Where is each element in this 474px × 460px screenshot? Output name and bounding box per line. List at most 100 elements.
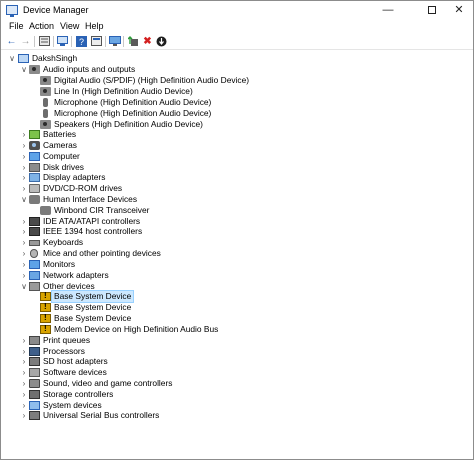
speaker-icon [40,87,51,96]
expand-chevron-icon[interactable]: › [20,151,28,162]
tree-item-label: IEEE 1394 host controllers [43,226,143,236]
device-item[interactable]: Digital Audio (S/PDIF) (High Definition … [1,75,471,86]
computer-icon[interactable] [56,35,69,47]
category-cameras[interactable]: › Cameras [1,140,471,151]
menu-view[interactable]: View [60,21,79,31]
window-title: Device Manager [23,5,89,15]
tree-root[interactable]: ∨ DakshSingh [1,53,471,64]
tree-item-label: Modem Device on High Definition Audio Bu… [54,324,219,334]
warning-icon [40,302,51,312]
sound-icon [29,379,40,388]
category-human-interface-devices[interactable]: ∨ Human Interface Devices [1,194,471,205]
menu-help[interactable]: Help [85,21,104,31]
category-display-adapters[interactable]: › Display adapters [1,172,471,183]
back-arrow-icon[interactable]: ← [5,35,18,47]
title-bar: Device Manager — ✕ [1,1,473,20]
other-devices-icon [29,282,40,291]
device-item[interactable]: Base System Device [1,313,471,324]
device-item[interactable]: Winbond CIR Transceiver [1,205,471,216]
tree-item-label: Line In (High Definition Audio Device) [54,86,193,96]
device-manager-window: Device Manager — ✕ File Action View Help… [0,0,474,460]
computer-icon [29,152,40,161]
expand-chevron-icon[interactable]: › [20,183,28,194]
category-software-devices[interactable]: › Software devices [1,367,471,378]
category-mice[interactable]: › Mice and other pointing devices [1,248,471,259]
collapse-chevron-icon[interactable]: ∨ [20,64,28,75]
category-ieee-1394[interactable]: › IEEE 1394 host controllers [1,226,471,237]
monitor-icon[interactable] [108,35,121,47]
tree-item-label: Mice and other pointing devices [43,248,161,258]
expand-chevron-icon[interactable]: › [20,226,28,237]
category-print-queues[interactable]: › Print queues [1,335,471,346]
expand-chevron-icon[interactable]: › [20,237,28,248]
category-usb-controllers[interactable]: › Universal Serial Bus controllers [1,410,471,421]
expand-chevron-icon[interactable]: › [20,140,28,151]
device-manager-icon [6,5,18,17]
close-button[interactable]: ✕ [445,1,473,20]
device-item[interactable]: Modem Device on High Definition Audio Bu… [1,324,471,335]
properties-icon[interactable] [38,35,51,47]
controller-icon [29,227,40,236]
storage-controller-icon [29,390,40,399]
speaker-icon [29,65,40,74]
menu-file[interactable]: File [9,21,24,31]
warning-icon [40,324,51,334]
collapse-chevron-icon[interactable]: ∨ [20,194,28,205]
category-storage-controllers[interactable]: › Storage controllers [1,389,471,400]
scan-icon[interactable] [155,35,168,47]
category-audio-inputs-outputs[interactable]: ∨ Audio inputs and outputs [1,64,471,75]
microphone-icon [43,109,48,118]
device-item[interactable]: Microphone (High Definition Audio Device… [1,97,471,108]
minimize-button[interactable]: — [371,1,405,20]
category-computer[interactable]: › Computer [1,151,471,162]
collapse-chevron-icon[interactable]: ∨ [8,53,16,64]
expand-chevron-icon[interactable]: › [20,335,28,346]
expand-chevron-icon[interactable]: › [20,270,28,281]
usb-icon [29,411,40,420]
category-sound-video-game[interactable]: › Sound, video and game controllers [1,378,471,389]
tree-item-label: Computer [43,151,80,161]
menu-bar: File Action View Help [1,20,473,33]
tree-item-label: Base System Device [54,313,132,323]
sd-card-icon [29,357,40,366]
forward-arrow-icon[interactable]: → [19,35,32,47]
uninstall-icon[interactable]: ✖ [141,35,154,47]
dvd-drive-icon [29,184,40,193]
category-sd-host-adapters[interactable]: › SD host adapters [1,356,471,367]
device-item-selected[interactable]: Base System Device [1,290,471,303]
tree-item-label: Batteries [43,129,77,139]
tree-item-label: Digital Audio (S/PDIF) (High Definition … [54,75,250,85]
keyboard-icon [29,240,40,246]
category-dvd-cd-rom-drives[interactable]: › DVD/CD-ROM drives [1,183,471,194]
action-icon[interactable] [90,35,103,47]
help-icon[interactable]: ? [75,35,88,47]
tree-item-label: Keyboards [43,237,84,247]
expand-chevron-icon[interactable]: › [20,259,28,270]
expand-chevron-icon[interactable]: › [20,129,28,140]
maximize-button[interactable] [415,1,449,20]
expand-chevron-icon[interactable]: › [20,378,28,389]
category-batteries[interactable]: › Batteries [1,129,471,140]
update-driver-icon[interactable] [127,35,140,47]
device-item[interactable]: Base System Device [1,302,471,313]
tree-item-label: Network adapters [43,270,109,280]
category-monitors[interactable]: › Monitors [1,259,471,270]
battery-icon [29,130,40,139]
tree-item-label: Print queues [43,335,91,345]
device-item[interactable]: Microphone (High Definition Audio Device… [1,108,471,119]
expand-chevron-icon[interactable]: › [20,248,28,259]
expand-chevron-icon[interactable]: › [20,356,28,367]
expand-chevron-icon[interactable]: › [20,410,28,421]
expand-chevron-icon[interactable]: › [20,367,28,378]
toolbar: ← → ? ✖ [1,33,473,50]
category-keyboards[interactable]: › Keyboards [1,237,471,248]
toolbar-separator [71,36,72,47]
tree-item-label: Sound, video and game controllers [43,378,173,388]
expand-chevron-icon[interactable]: › [20,389,28,400]
category-network-adapters[interactable]: › Network adapters [1,270,471,281]
menu-action[interactable]: Action [29,21,54,31]
hid-icon [29,195,40,204]
tree-item-label: Human Interface Devices [43,194,138,204]
device-item[interactable]: Line In (High Definition Audio Device) [1,86,471,97]
expand-chevron-icon[interactable]: › [20,172,28,183]
